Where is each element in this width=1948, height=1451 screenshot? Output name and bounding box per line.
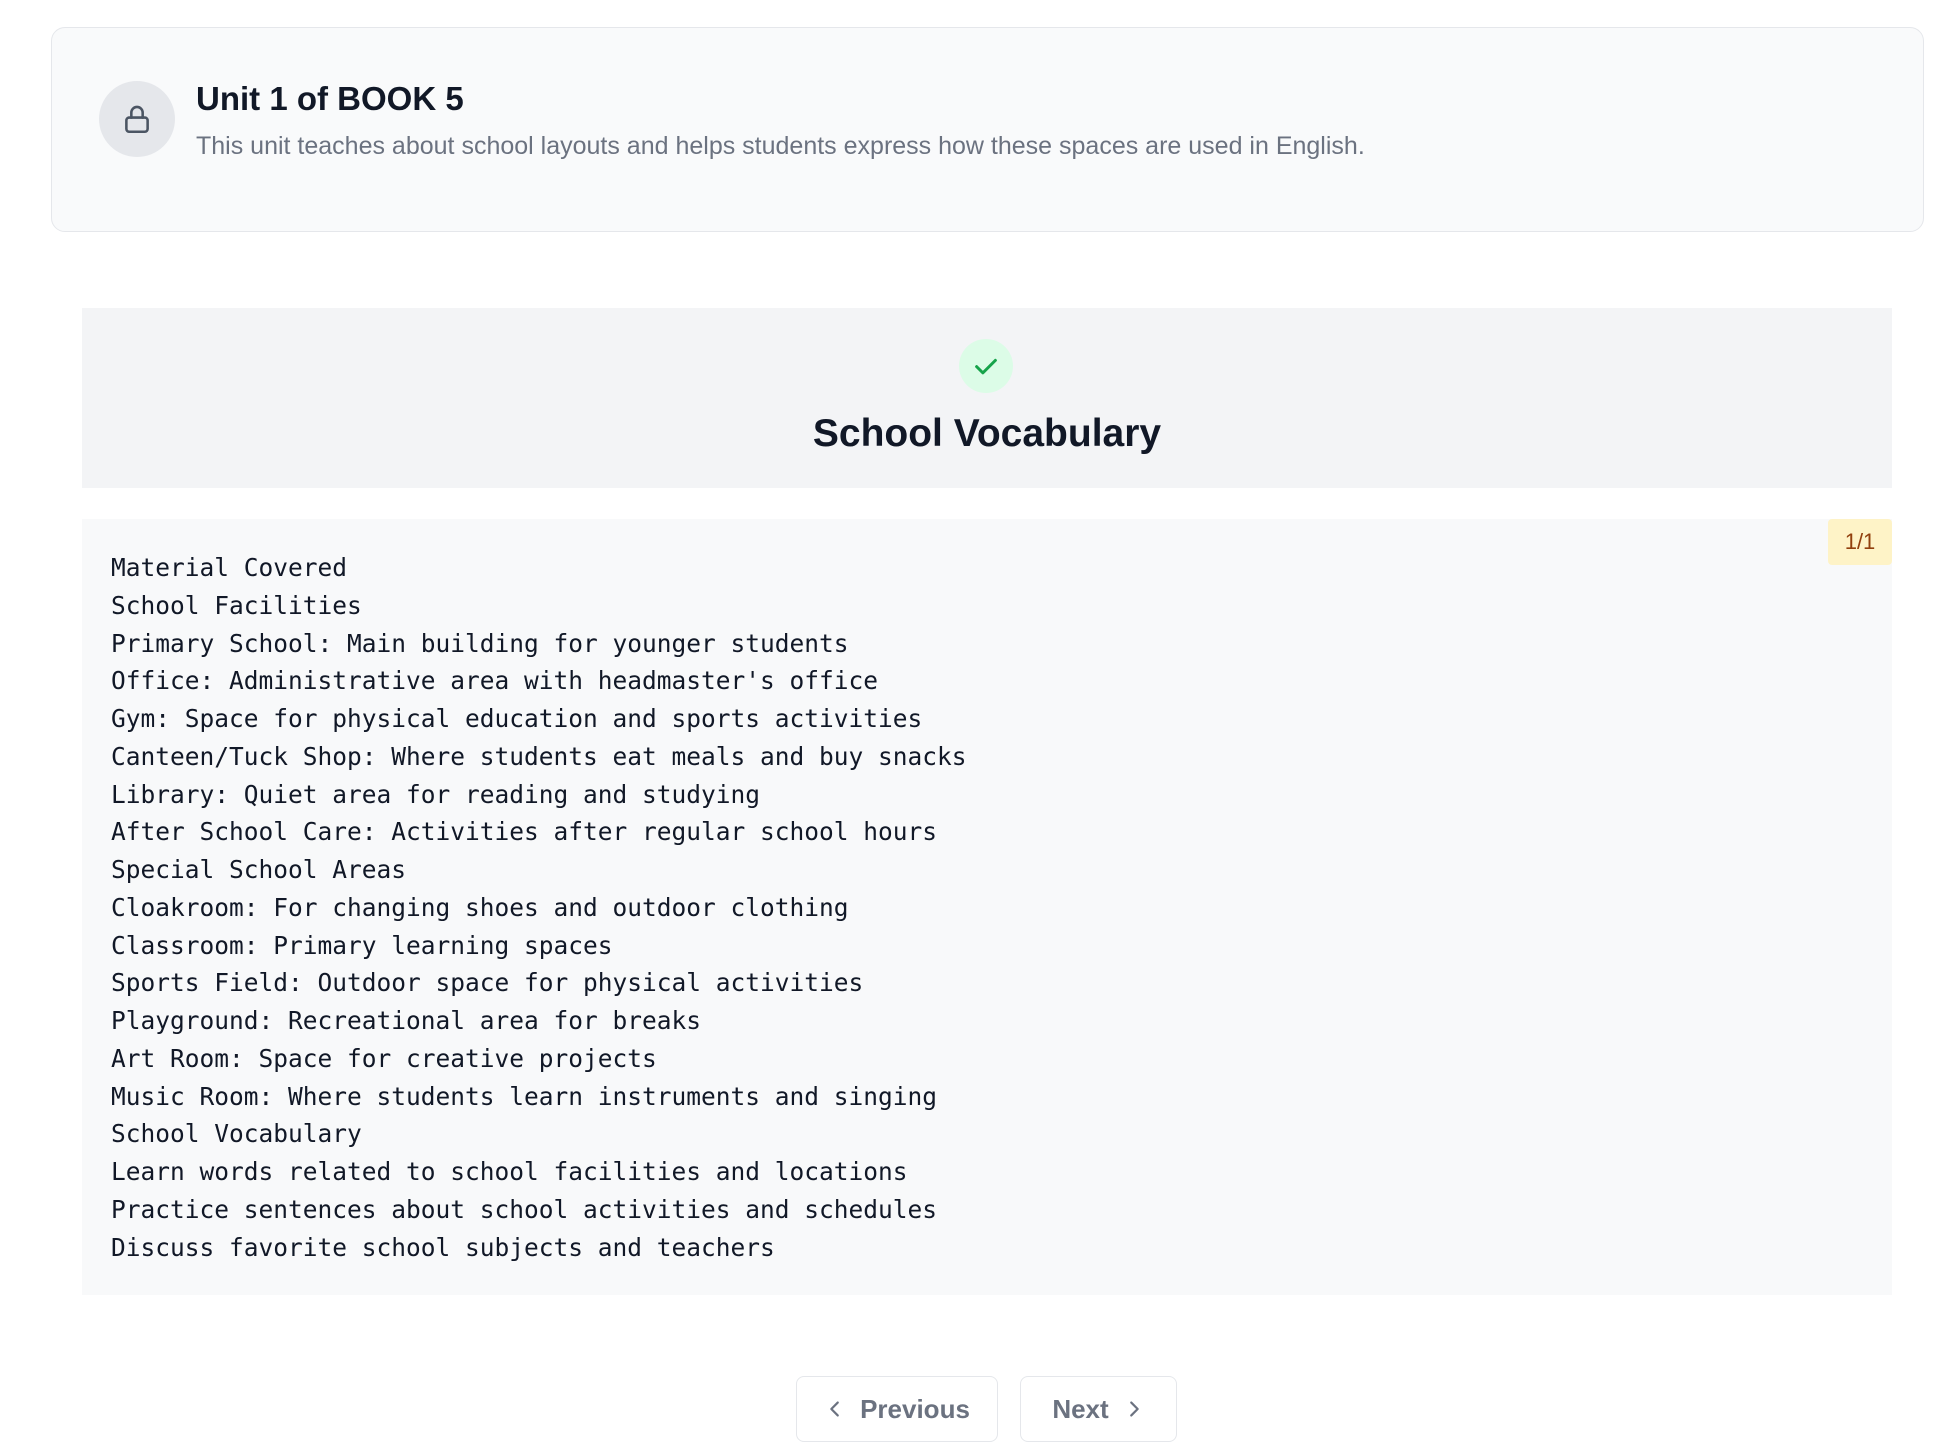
content-line: Art Room: Space for creative projects [111, 1043, 657, 1073]
unit-card: Unit 1 of BOOK 5 This unit teaches about… [51, 27, 1924, 232]
unit-description: This unit teaches about school layouts a… [196, 132, 1365, 160]
content-line: School Facilities [111, 590, 362, 620]
content-line: Material Covered [111, 553, 348, 582]
content-line: Discuss favorite school subjects and tea… [111, 1232, 775, 1262]
next-button[interactable]: Next [1020, 1376, 1177, 1442]
content-line: Sports Field: Outdoor space for physical… [111, 968, 864, 998]
lock-icon-badge [99, 81, 175, 157]
content-line: Practice sentences about school activiti… [111, 1194, 938, 1224]
content-line: Music Room: Where students learn instrum… [111, 1081, 938, 1111]
content-line: Playground: Recreational area for breaks [111, 1006, 702, 1035]
check-icon [975, 358, 997, 375]
content-line: Library: Quiet area for reading and stud… [111, 779, 761, 809]
content-lines: Material Covered School Facilities Prima… [111, 549, 967, 1266]
next-button-label: Next [1052, 1393, 1109, 1424]
completed-status-badge [959, 339, 1013, 393]
content-line: Gym: Space for physical education and sp… [111, 704, 923, 733]
lesson-header: School Vocabulary [82, 308, 1892, 488]
content-line: Primary School: Main building for younge… [111, 628, 849, 658]
content-line: Special School Areas [111, 855, 407, 884]
unit-title: Unit 1 of BOOK 5 [196, 80, 464, 117]
content-line: School Vocabulary [111, 1119, 362, 1149]
previous-button[interactable]: Previous [796, 1376, 998, 1442]
content-line: Cloakroom: For changing shoes and outdoo… [111, 892, 849, 922]
chevron-left-icon [824, 1398, 846, 1420]
chevron-right-icon [1123, 1398, 1145, 1420]
lesson-title: School Vocabulary [812, 412, 1162, 455]
content-line: Classroom: Primary learning spaces [111, 930, 613, 960]
lock-icon [125, 105, 149, 134]
page-indicator-badge: 1/1 [1828, 519, 1892, 565]
content-line: Canteen/Tuck Shop: Where students eat me… [111, 741, 967, 771]
content-line: Learn words related to school facilities… [111, 1157, 908, 1186]
content-line: After School Care: Activities after regu… [111, 817, 938, 847]
content-line: Office: Administrative area with headmas… [111, 666, 879, 696]
lesson-content-panel: 1/1 Material Covered School Facilities P… [82, 519, 1892, 1295]
previous-button-label: Previous [860, 1393, 970, 1424]
